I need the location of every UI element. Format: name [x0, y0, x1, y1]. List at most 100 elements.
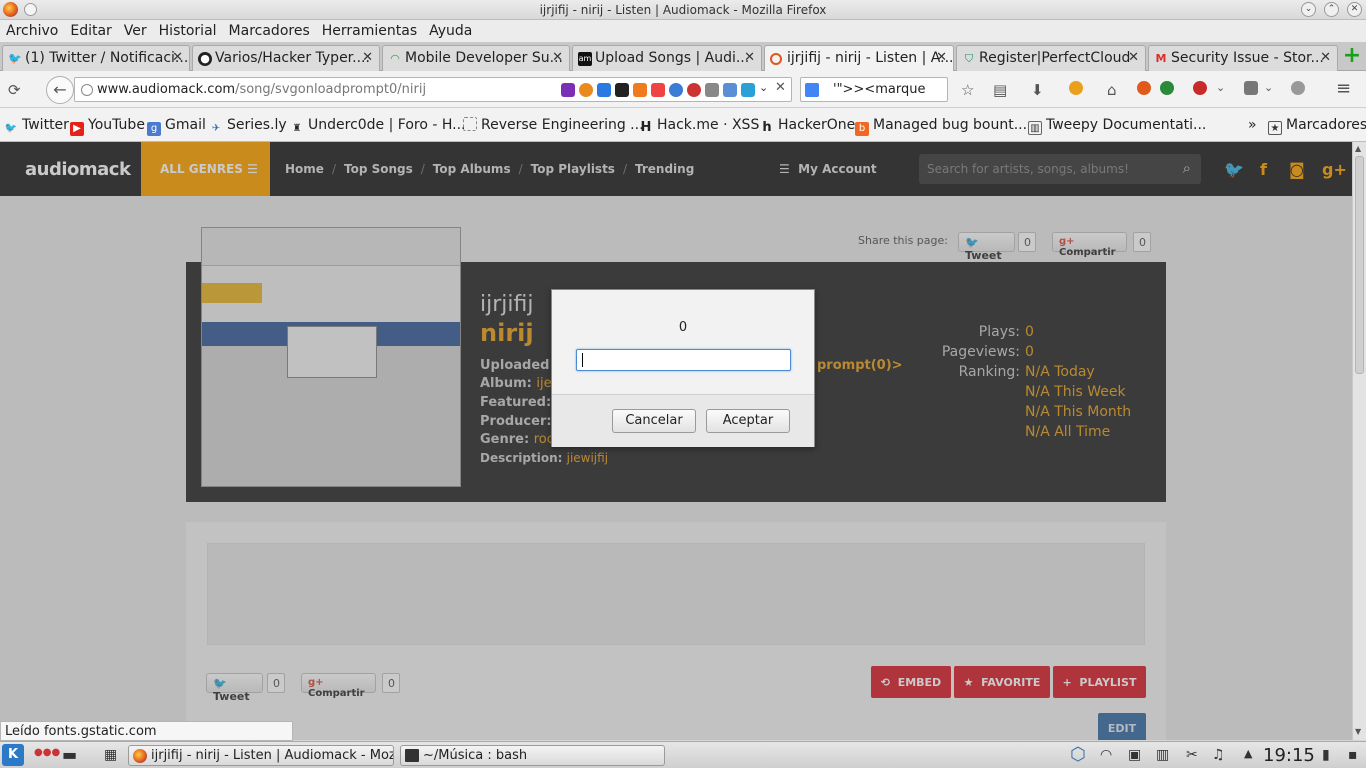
package-icon[interactable]: ⬡	[1070, 744, 1086, 765]
wifi-icon[interactable]: ◠	[1100, 747, 1112, 763]
chevron-down-icon[interactable]: ⌄	[759, 81, 768, 94]
terminal-tray-icon[interactable]: ▣	[1128, 747, 1141, 763]
menu-marcadores[interactable]: Marcadores	[223, 20, 316, 39]
tab-security-issue[interactable]: M Security Issue - Stor... ✕	[1148, 45, 1338, 71]
star-icon[interactable]: ☆	[961, 81, 974, 99]
bookmark-tweepy[interactable]: ▥ Tweepy Documentati...	[1028, 117, 1206, 135]
tab-perfectcloud[interactable]: ⛉ Register|PerfectCloud ✕	[956, 45, 1146, 71]
prompt-input[interactable]	[576, 349, 791, 371]
bookmark-reverse-engineering[interactable]: Reverse Engineering ...	[463, 117, 644, 133]
extension-box-icon[interactable]	[741, 83, 755, 97]
bookmark-hackerone[interactable]: h HackerOne	[760, 117, 855, 135]
scroll-up-icon[interactable]: ▲	[1355, 144, 1361, 153]
extension-red-circle-icon[interactable]	[687, 83, 701, 97]
scroll-down-icon[interactable]: ▼	[1355, 727, 1361, 736]
url-text[interactable]: www.audiomack.com/song/svgonloadprompt0/…	[97, 82, 426, 97]
cancel-button[interactable]: Cancelar	[612, 409, 696, 433]
extension-feather-icon[interactable]	[561, 83, 575, 97]
text-caret	[582, 353, 583, 367]
calculator-icon[interactable]: ▦	[104, 747, 117, 763]
close-tab-icon[interactable]: ✕	[362, 50, 373, 65]
menu-editar[interactable]: Editar	[64, 20, 117, 39]
extension-f-icon[interactable]	[651, 83, 665, 97]
scrollbar-thumb[interactable]	[1355, 156, 1364, 374]
extension-translate-icon[interactable]	[723, 83, 737, 97]
search-input[interactable]: '">><marque	[800, 77, 948, 102]
extension-swf-icon[interactable]	[705, 83, 719, 97]
bookmark-hackme[interactable]: H Hack.me · XSS	[639, 117, 760, 135]
seriesly-icon: ✈	[211, 123, 221, 134]
hamburger-menu-icon[interactable]: ≡	[1336, 78, 1351, 99]
extension-flag-icon[interactable]	[615, 83, 629, 97]
chevron-down-icon[interactable]: ⌄	[1216, 81, 1225, 94]
page-icon	[463, 117, 477, 131]
task-firefox[interactable]: ijrjifij - nirij - Listen | Audiomack - …	[128, 745, 394, 766]
menu-historial[interactable]: Historial	[153, 20, 223, 39]
bookmark-gmail[interactable]: g Gmail	[147, 117, 206, 136]
menu-ayuda[interactable]: Ayuda	[423, 20, 478, 39]
extension-gear-icon[interactable]	[1291, 81, 1305, 95]
extension-plane-icon[interactable]	[1244, 81, 1258, 95]
menu-ver[interactable]: Ver	[118, 20, 153, 39]
close-tab-icon[interactable]: ✕	[744, 50, 755, 65]
reading-list-icon[interactable]: ▤	[993, 81, 1007, 99]
tab-twitter[interactable]: 🐦 (1) Twitter / Notificaci... ✕	[2, 45, 190, 71]
page-scrollbar[interactable]: ▲ ▼	[1352, 142, 1366, 740]
network-icon[interactable]: ▥	[1156, 747, 1169, 763]
menu-herramientas[interactable]: Herramientas	[316, 20, 423, 39]
tab-upload-songs[interactable]: am Upload Songs | Audi... ✕	[572, 45, 762, 71]
close-tab-icon[interactable]: ✕	[552, 50, 563, 65]
scissors-icon[interactable]: ✂	[1186, 747, 1198, 763]
chevron-down-icon[interactable]: ⌄	[1264, 81, 1273, 94]
clock[interactable]: 19:15	[1263, 745, 1315, 766]
new-tab-button[interactable]: +	[1342, 45, 1362, 67]
tab-label: Security Issue - Stor...	[1171, 50, 1324, 66]
bookmark-twitter[interactable]: 🐦 Twitter	[4, 117, 69, 136]
back-button[interactable]: ←	[46, 76, 74, 104]
extension-chart-icon[interactable]	[633, 83, 647, 97]
tab-ijrjifij-active[interactable]: ijrjifij - nirij - Listen | A... ✕	[764, 45, 954, 71]
kde-menu-icon[interactable]: K	[2, 744, 24, 766]
adblock-icon[interactable]	[1193, 81, 1207, 95]
close-tab-icon[interactable]: ✕	[1320, 50, 1331, 65]
stop-icon[interactable]: ✕	[775, 80, 786, 95]
show-desktop-icon[interactable]: ▪	[1348, 747, 1358, 763]
prompt-dialog: 0 Cancelar Aceptar	[551, 289, 815, 447]
maximize-button[interactable]: ⌃	[1324, 2, 1339, 17]
tab-mobile-developer[interactable]: ◠ Mobile Developer Su... ✕	[382, 45, 570, 71]
download-icon[interactable]: ⬇	[1031, 81, 1044, 99]
bookmarks-folder[interactable]: ★ Marcadores	[1268, 117, 1366, 135]
globe-icon	[81, 84, 93, 96]
bookmark-youtube[interactable]: ▶ YouTube	[70, 117, 145, 136]
drive-icon[interactable]: ▬	[62, 745, 77, 764]
tab-label: Mobile Developer Su...	[405, 50, 563, 66]
close-window-button[interactable]: ✕	[1347, 2, 1362, 17]
extension-no-script-icon[interactable]	[1137, 81, 1151, 95]
reload-icon[interactable]: ⟳	[8, 81, 21, 99]
extension-orange-icon[interactable]	[579, 83, 593, 97]
url-bar[interactable]: www.audiomack.com/song/svgonloadprompt0/…	[74, 77, 792, 102]
extension-d-icon[interactable]	[597, 83, 611, 97]
close-tab-icon[interactable]: ✕	[172, 50, 183, 65]
activity-dots-icon[interactable]: ●●●	[34, 747, 60, 758]
notification-icon[interactable]: ▮	[1322, 747, 1330, 763]
extension-green-icon[interactable]	[1160, 81, 1174, 95]
nav-bar: ⟳ ← www.audiomack.com/song/svgonloadprom…	[0, 71, 1366, 108]
close-tab-icon[interactable]: ✕	[936, 50, 947, 65]
menu-archivo[interactable]: Archivo	[0, 20, 64, 39]
tab-github[interactable]: ● Varios/Hacker Typer.... ✕	[192, 45, 380, 71]
close-tab-icon[interactable]: ✕	[1128, 50, 1139, 65]
bookmark-bugcrowd[interactable]: b Managed bug bount...	[855, 117, 1027, 136]
google-icon	[805, 83, 819, 97]
bookmarks-overflow-button[interactable]: »	[1248, 117, 1257, 133]
tray-expand-icon[interactable]: ▲	[1244, 747, 1252, 760]
accept-button[interactable]: Aceptar	[706, 409, 790, 433]
bookmark-underc0de[interactable]: ♜ Underc0de | Foro - H...	[290, 117, 466, 136]
extension-face-icon[interactable]	[1069, 81, 1083, 95]
home-icon[interactable]: ⌂	[1107, 81, 1117, 99]
task-bash[interactable]: ~/Música : bash	[400, 745, 665, 766]
minimize-button[interactable]: ⌄	[1301, 2, 1316, 17]
bookmark-seriesly[interactable]: ✈ Series.ly	[209, 117, 287, 136]
extension-wave-icon[interactable]	[669, 83, 683, 97]
volume-icon[interactable]: ♫	[1212, 747, 1225, 763]
